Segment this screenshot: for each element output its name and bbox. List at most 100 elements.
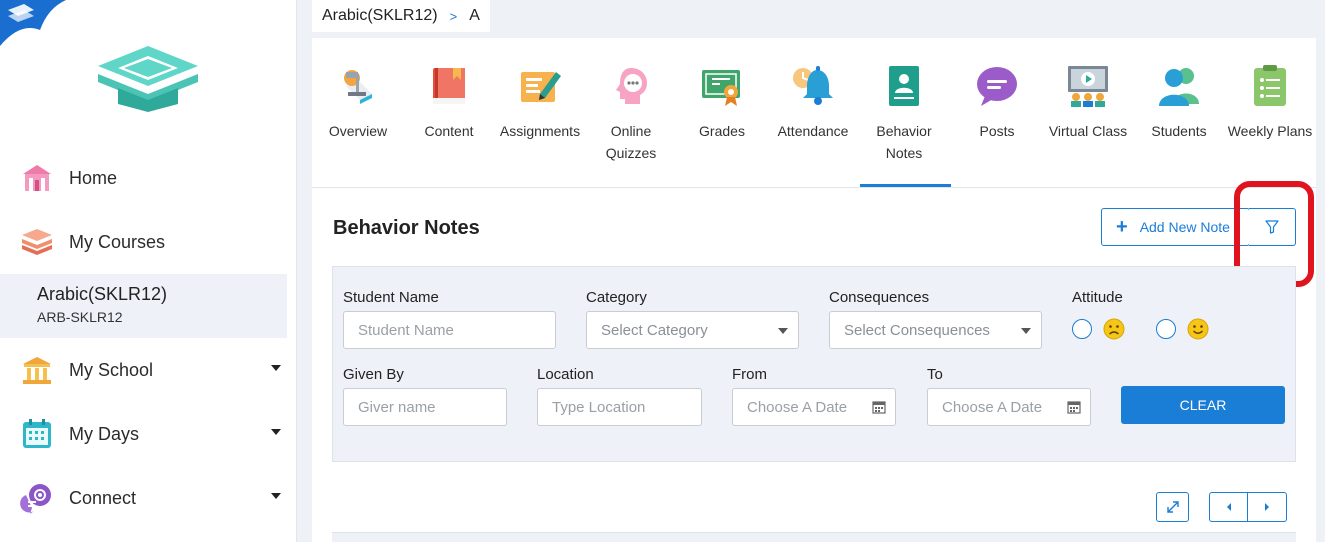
quiz-icon: [616, 68, 647, 104]
sidebar-item-home[interactable]: Home: [0, 146, 287, 210]
tab-online-quizzes[interactable]: Online Quizzes: [585, 64, 677, 164]
tab-students[interactable]: Students: [1133, 64, 1225, 142]
student-name-placeholder: Student Name: [358, 321, 454, 339]
expand-button[interactable]: [1156, 492, 1189, 522]
consequences-select[interactable]: Select Consequences: [829, 311, 1042, 349]
tab-label: Assignments: [499, 123, 581, 139]
breadcrumb: Arabic(SKLR12) > A: [312, 0, 490, 32]
tab-grades[interactable]: Grades: [676, 64, 768, 142]
tab-label: Weekly Plans: [1227, 123, 1313, 139]
from-date-input[interactable]: Choose A Date: [732, 388, 896, 426]
location-label: Location: [537, 366, 594, 383]
overview-icon: [344, 70, 372, 104]
location-input[interactable]: Type Location: [537, 388, 702, 426]
clear-button[interactable]: CLEAR: [1121, 386, 1285, 424]
consequences-label: Consequences: [829, 289, 930, 306]
tab-posts[interactable]: Posts: [951, 64, 1043, 142]
student-name-label: Student Name: [343, 289, 439, 306]
sidebar-item-my-school[interactable]: My School: [0, 338, 287, 402]
sidebar-item-label: My School: [69, 359, 154, 380]
active-tab-indicator: [860, 184, 951, 187]
sad-face-icon: [1103, 318, 1125, 340]
course-code: ARB-SKLR12: [37, 309, 123, 325]
given-by-placeholder: Giver name: [358, 398, 436, 416]
chevron-right-icon: [1265, 503, 1269, 511]
breadcrumb-section[interactable]: A: [469, 7, 480, 25]
behavior-notes-icon: [889, 66, 919, 106]
tab-label: Behavior Notes: [858, 120, 950, 164]
tab-label: Virtual Class: [1048, 123, 1128, 139]
attitude-negative-radio[interactable]: [1072, 319, 1092, 339]
tab-label: Content: [424, 123, 474, 139]
tab-label: Overview: [328, 123, 388, 139]
sidebar-item-label: My Days: [69, 423, 140, 444]
from-date-label: From: [732, 366, 767, 383]
from-date-placeholder: Choose A Date: [747, 398, 848, 416]
to-date-input[interactable]: Choose A Date: [927, 388, 1091, 426]
courses-icon: [20, 225, 54, 259]
attitude-positive-radio[interactable]: [1156, 319, 1176, 339]
tab-label: Grades: [699, 123, 745, 139]
pager-controls: [1209, 492, 1287, 522]
tab-content[interactable]: Content: [403, 64, 495, 142]
sidebar: Home My Courses Arabic(SKLR12) ARB-SKLR1…: [0, 0, 297, 542]
table-header-row: [332, 532, 1296, 542]
next-page-button[interactable]: [1248, 493, 1286, 521]
student-name-input[interactable]: Student Name: [343, 311, 556, 349]
sidebar-item-connect[interactable]: Connect: [0, 466, 287, 530]
happy-face-icon: [1187, 318, 1209, 340]
breadcrumb-separator: >: [449, 8, 458, 24]
plus-icon: +: [1116, 216, 1128, 238]
school-icon: [20, 353, 54, 387]
connect-icon: [20, 481, 54, 515]
tab-virtual-class[interactable]: Virtual Class: [1042, 64, 1134, 142]
page-title: Behavior Notes: [333, 217, 480, 239]
sidebar-item-label: Connect: [69, 487, 137, 508]
chevron-down-icon[interactable]: [271, 429, 281, 435]
tab-label-line2: Notes: [885, 145, 923, 161]
add-new-note-button[interactable]: + Add New Note: [1101, 208, 1250, 246]
chevron-down-icon[interactable]: [271, 365, 281, 371]
virtual-class-icon: [1068, 66, 1108, 107]
sidebar-item-my-courses[interactable]: My Courses: [0, 210, 287, 274]
calendar-icon[interactable]: [872, 400, 886, 414]
category-select[interactable]: Select Category: [586, 311, 799, 349]
app-corner-logo-icon[interactable]: [0, 0, 66, 46]
tab-overview[interactable]: Overview: [312, 64, 404, 142]
tab-weekly-plans[interactable]: Weekly Plans: [1224, 64, 1316, 142]
assignments-icon: [521, 72, 561, 102]
tab-assignments[interactable]: Assignments: [494, 64, 586, 142]
to-date-placeholder: Choose A Date: [942, 398, 1043, 416]
expand-icon: [1166, 501, 1179, 513]
sidebar-item-label: My Courses: [69, 231, 166, 252]
grades-icon: [702, 70, 740, 106]
tab-label: Students: [1151, 123, 1207, 139]
course-name: Arabic(SKLR12): [37, 284, 168, 304]
chevron-down-icon[interactable]: [271, 493, 281, 499]
course-tabs: Overview Content Assignments Online Quizz…: [312, 38, 1316, 188]
tab-attendance[interactable]: Attendance: [767, 64, 859, 142]
school-logo-icon: [98, 46, 198, 112]
bell-icon: [793, 66, 833, 105]
tab-label: Posts: [979, 123, 1015, 139]
students-icon: [1159, 68, 1199, 106]
consequences-value: Select Consequences: [844, 321, 990, 339]
tab-label-line1: Online: [610, 123, 652, 139]
book-icon: [433, 68, 465, 104]
tab-label: Online Quizzes: [585, 120, 677, 164]
calendar-icon: [20, 417, 54, 451]
main-panel: Overview Content Assignments Online Quizz…: [312, 38, 1316, 542]
category-label: Category: [586, 289, 647, 306]
calendar-icon[interactable]: [1067, 400, 1081, 414]
given-by-label: Given By: [343, 366, 404, 383]
add-new-note-label: Add New Note: [1139, 219, 1230, 235]
sidebar-active-course[interactable]: Arabic(SKLR12) ARB-SKLR12: [0, 274, 287, 338]
attitude-label: Attitude: [1072, 289, 1123, 306]
posts-icon: [977, 67, 1017, 106]
filter-panel: Student Name Student Name Category Selec…: [332, 266, 1296, 462]
given-by-input[interactable]: Giver name: [343, 388, 507, 426]
breadcrumb-course[interactable]: Arabic(SKLR12): [322, 7, 438, 25]
sidebar-item-my-days[interactable]: My Days: [0, 402, 287, 466]
previous-page-button[interactable]: [1210, 493, 1248, 521]
tab-behavior-notes[interactable]: Behavior Notes: [858, 64, 950, 164]
